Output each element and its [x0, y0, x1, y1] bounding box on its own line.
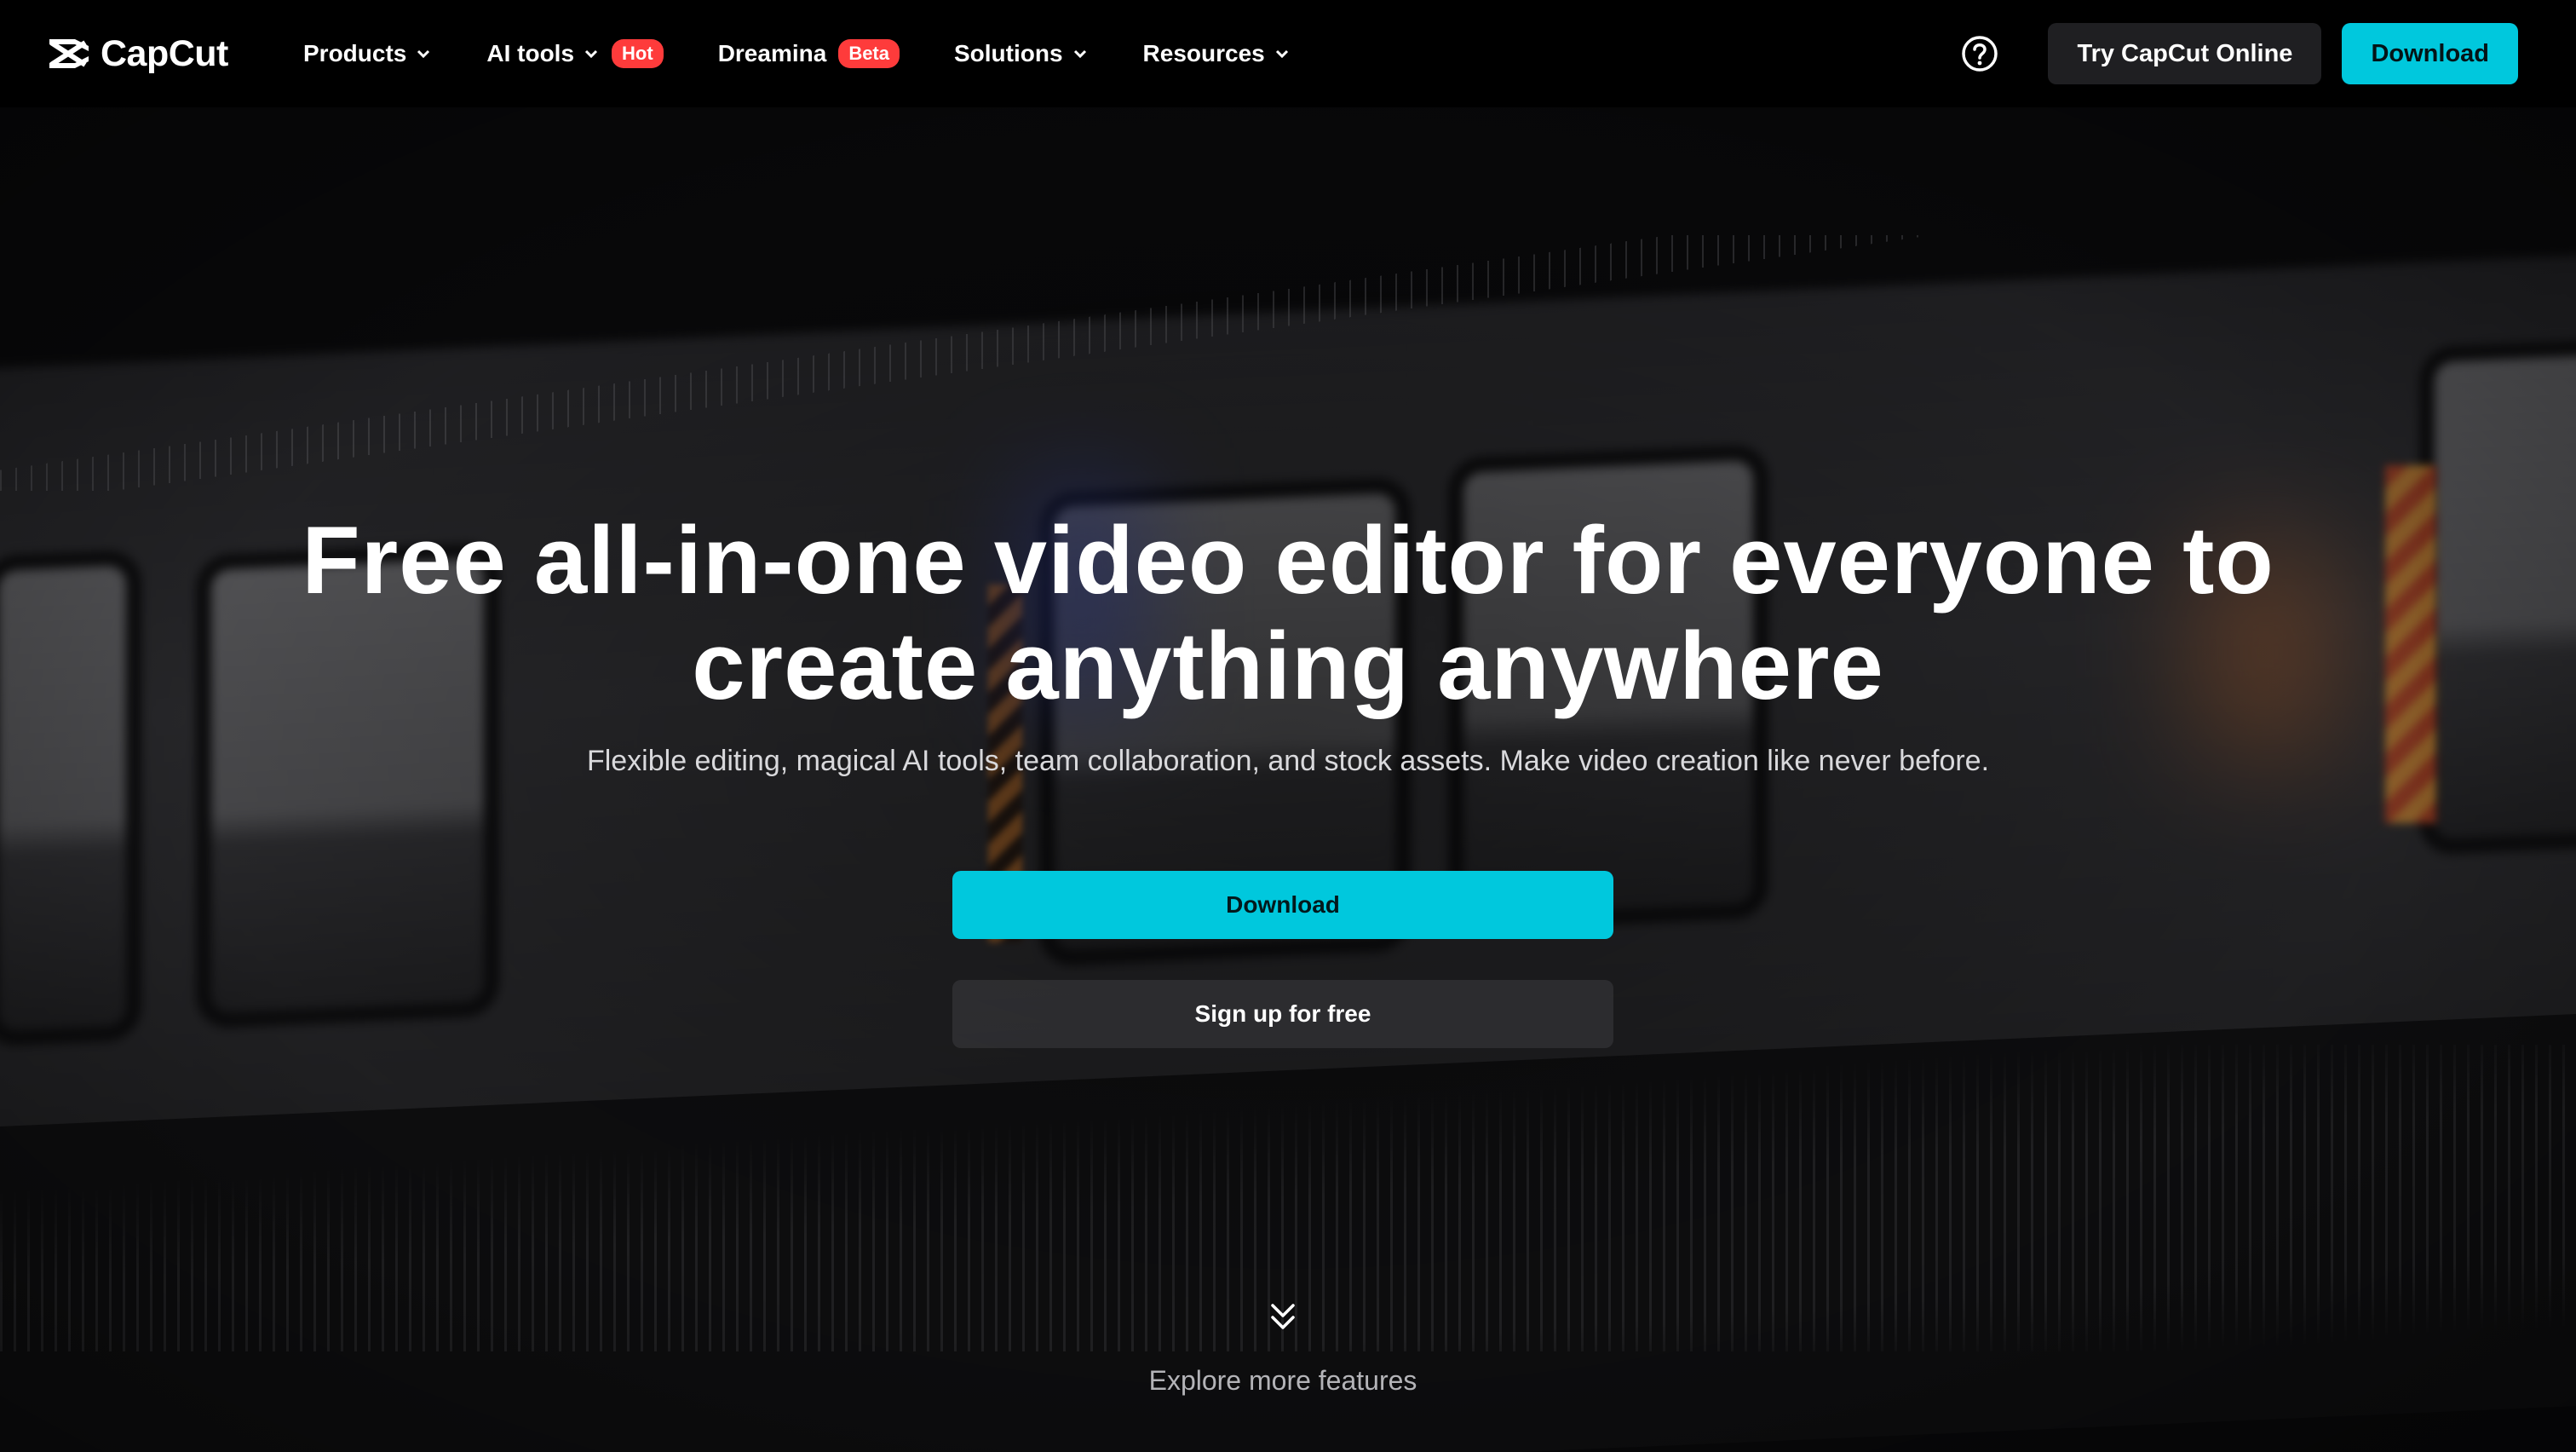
main-menu: Products AI tools Hot Dreamina Beta Solu…	[303, 0, 1345, 107]
menu-item-ai-tools[interactable]: AI tools Hot	[486, 39, 664, 68]
brand-name: CapCut	[101, 32, 228, 74]
beta-badge: Beta	[838, 39, 900, 68]
explore-more-features-link[interactable]: Explore more features	[947, 1365, 1619, 1397]
chevron-down-icon	[1073, 49, 1086, 59]
chevron-down-icon	[584, 49, 598, 59]
nav-actions: Try CapCut Online Download	[1961, 19, 2518, 89]
menu-item-label: Solutions	[954, 40, 1063, 66]
hero-title-line-2: create anything anywhere	[692, 613, 1884, 719]
sign-up-button[interactable]: Sign up for free	[952, 980, 1613, 1048]
hero-download-button[interactable]: Download	[952, 871, 1613, 939]
menu-item-resources[interactable]: Resources	[1143, 40, 1291, 67]
hero-subtitle: Flexible editing, magical AI tools, team…	[586, 745, 1990, 777]
menu-item-label: Products	[303, 40, 407, 66]
capcut-logo-icon	[49, 39, 89, 68]
try-capcut-online-button[interactable]: Try CapCut Online	[2048, 23, 2322, 84]
top-navigation-bar: CapCut Products AI tools Hot Dreamina Be…	[0, 0, 2576, 107]
hero-title: Free all-in-one video editor for everyon…	[181, 508, 2395, 719]
help-circle-icon[interactable]	[1961, 35, 1998, 72]
menu-item-solutions[interactable]: Solutions	[954, 40, 1089, 67]
menu-item-label: Dreamina	[717, 40, 827, 66]
menu-item-label: AI tools	[486, 40, 575, 66]
capcut-logo[interactable]: CapCut	[46, 29, 228, 78]
hot-badge: Hot	[612, 39, 664, 68]
double-chevron-down-icon[interactable]	[1266, 1299, 1300, 1336]
menu-item-label: Resources	[1142, 40, 1265, 66]
hero-title-line-1: Free all-in-one video editor for everyon…	[302, 507, 2274, 614]
nav-download-button[interactable]: Download	[2342, 23, 2518, 84]
chevron-down-icon	[417, 49, 430, 59]
chevron-down-icon	[1275, 49, 1288, 59]
menu-item-products[interactable]: Products	[303, 40, 432, 67]
hero-background-image	[0, 107, 2576, 1452]
menu-item-dreamina[interactable]: Dreamina Beta	[718, 39, 900, 68]
